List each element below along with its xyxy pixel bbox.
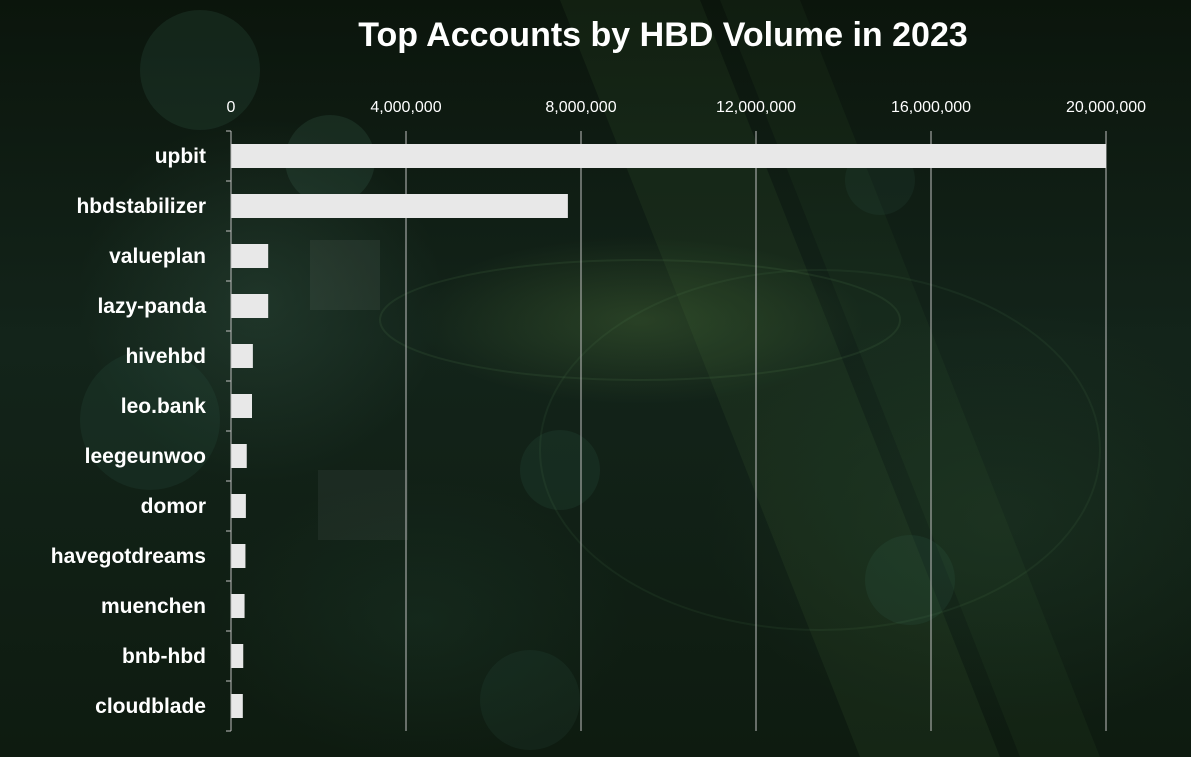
- category-label: havegotdreams: [51, 545, 206, 568]
- category-label: cloudblade: [95, 695, 206, 718]
- bar: [231, 194, 568, 218]
- x-tick-label: 16,000,000: [891, 99, 971, 116]
- bar: [231, 544, 246, 568]
- x-tick-label: 20,000,000: [1066, 99, 1146, 116]
- category-label: hbdstabilizer: [76, 195, 206, 218]
- chart-title: Top Accounts by HBD Volume in 2023: [358, 16, 968, 54]
- chart-stage: Top Accounts by HBD Volume in 2023 0 4,00…: [0, 0, 1191, 757]
- bar: [231, 644, 244, 668]
- bar: [231, 294, 269, 318]
- bar: [231, 594, 245, 618]
- bar: [231, 344, 253, 368]
- bars: [231, 144, 1106, 718]
- category-label: domor: [141, 495, 206, 518]
- bar: [231, 694, 243, 718]
- category-labels: upbit hbdstabilizer valueplan lazy-panda hiv…: [51, 130, 231, 732]
- category-label: leegeunwoo: [85, 445, 206, 468]
- bar: [231, 244, 269, 268]
- category-label: upbit: [155, 145, 206, 168]
- category-label: hivehbd: [125, 345, 206, 368]
- x-axis-ticks: 0 4,000,000 8,000,000 12,000,000 16,000,000 2…: [227, 99, 1147, 116]
- bar: [231, 394, 252, 418]
- x-tick-label: 8,000,000: [545, 99, 616, 116]
- gridlines: [405, 131, 1107, 731]
- x-tick-label: 0: [227, 99, 236, 116]
- x-tick-label: 12,000,000: [716, 99, 796, 116]
- category-label: muenchen: [101, 595, 206, 618]
- bar: [231, 444, 247, 468]
- bar-chart: Top Accounts by HBD Volume in 2023 0 4,00…: [51, 16, 1147, 732]
- category-label: valueplan: [109, 245, 206, 268]
- bar: [231, 494, 246, 518]
- category-label: bnb-hbd: [122, 645, 206, 668]
- category-label: leo.bank: [121, 395, 207, 418]
- x-tick-label: 4,000,000: [370, 99, 441, 116]
- bar: [231, 144, 1106, 168]
- category-label: lazy-panda: [97, 295, 206, 318]
